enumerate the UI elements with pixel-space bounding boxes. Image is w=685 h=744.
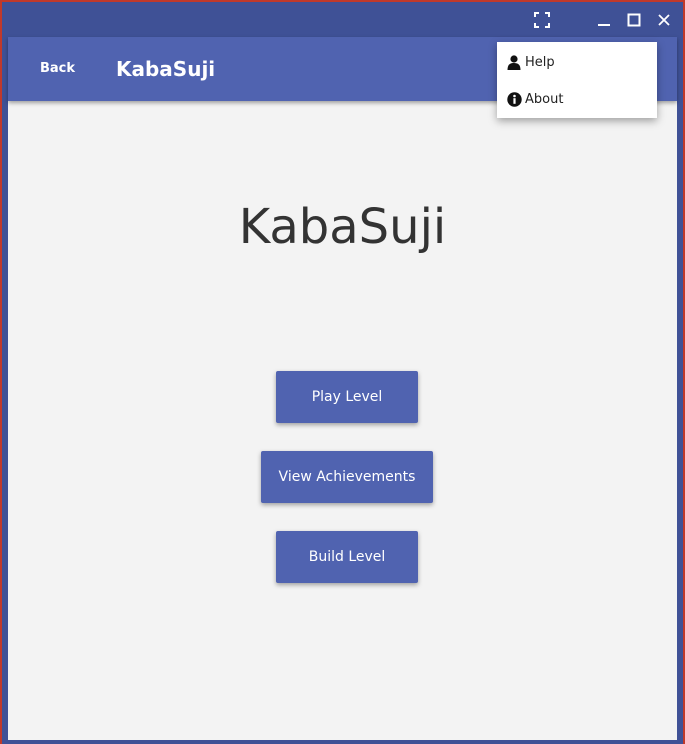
close-icon[interactable]: [654, 10, 674, 30]
menu-item-label: About: [525, 91, 564, 107]
page-title: KabaSuji: [238, 199, 447, 255]
dropdown-menu: Help About: [497, 42, 657, 118]
app-bar-title: KabaSuji: [116, 57, 216, 81]
window-titlebar[interactable]: [2, 2, 683, 37]
back-button[interactable]: Back: [28, 55, 87, 83]
menu-item-about[interactable]: About: [497, 82, 657, 116]
menu-item-label: Help: [525, 54, 555, 70]
view-achievements-button[interactable]: View Achievements: [261, 451, 433, 503]
menu-item-help[interactable]: Help: [497, 45, 657, 79]
fullscreen-icon[interactable]: [532, 10, 552, 30]
info-icon: [506, 91, 522, 107]
main-content: Back KabaSuji KabaSuji Play Level View A…: [8, 37, 677, 740]
maximize-icon[interactable]: [624, 10, 644, 30]
user-icon: [506, 54, 522, 70]
build-level-button[interactable]: Build Level: [276, 531, 418, 583]
minimize-icon[interactable]: [594, 10, 614, 30]
play-level-button[interactable]: Play Level: [276, 371, 418, 423]
